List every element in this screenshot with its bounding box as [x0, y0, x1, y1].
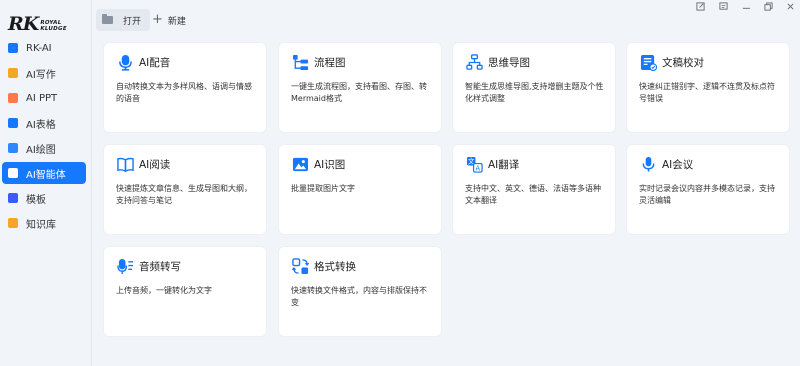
card-title: 流程图	[314, 56, 346, 69]
audio-transcribe-icon	[116, 257, 134, 275]
ai-agent-icon	[8, 168, 18, 178]
sidebar-item-label: 模板	[26, 194, 46, 206]
sidebar-item-label: AI PPT	[26, 92, 58, 104]
card-description: 支持中文、英文、德语、法语等多语种文本翻译	[465, 184, 601, 205]
feature-card-image-recognition[interactable]: AI识图 批量提取图片文字	[279, 145, 441, 234]
plus-icon: +	[152, 12, 163, 27]
card-title: 格式转换	[314, 260, 356, 273]
tab-open[interactable]: 打开	[96, 9, 150, 31]
sidebar: RK ROYAL KLUDGE RK-AI AI写作 AI PPT AI表格 A…	[0, 0, 92, 366]
ai-ppt-icon	[8, 93, 18, 103]
feature-card-reading[interactable]: AI阅读 快速提炼文章信息、生成导图和大纲，支持问答与笔记	[104, 145, 266, 234]
card-description: 快速提炼文章信息、生成导图和大纲，支持问答与笔记	[116, 184, 252, 205]
logo-line2: KLUDGE	[40, 26, 67, 32]
card-description: 实时记录会议内容并多模态记录，支持灵活编辑	[639, 184, 775, 205]
feature-card-flowchart[interactable]: 流程图 一键生成流程图，支持看图、存图、转Mermaid格式	[279, 43, 441, 132]
feature-card-audio-transcribe[interactable]: 音频转写 上传音频，一键转化为文字	[104, 247, 266, 336]
card-description: 一键生成流程图，支持看图、存图、转Mermaid格式	[291, 82, 427, 103]
sidebar-item-ai-agent[interactable]: AI智能体	[2, 162, 86, 184]
template-icon	[8, 193, 18, 203]
feature-card-format-convert[interactable]: 格式转换 快速转换文件格式，内容与排版保持不变	[279, 247, 441, 336]
card-title: AI识图	[314, 158, 346, 171]
card-description: 自动转换文本为多样风格、语调与情感的语音	[116, 82, 252, 103]
card-title: AI会议	[662, 158, 694, 171]
ai-drawing-icon	[8, 143, 18, 153]
feature-card-voiceover[interactable]: AI配音 自动转换文本为多样风格、语调与情感的语音	[104, 43, 266, 132]
sidebar-item-ai-drawing[interactable]: AI绘图	[2, 137, 86, 159]
close-icon[interactable]	[784, 0, 796, 12]
translate-icon: 文A	[465, 155, 483, 173]
feedback-icon[interactable]	[717, 0, 729, 12]
sidebar-item-label: AI表格	[26, 119, 56, 131]
tab-open-label: 打开	[123, 16, 142, 27]
logo-main: RK	[8, 13, 39, 35]
feature-card-meeting[interactable]: AI会议 实时记录会议内容并多模态记录，支持灵活编辑	[627, 145, 789, 234]
sidebar-item-label: AI绘图	[26, 144, 56, 156]
sidebar-item-label: AI写作	[26, 69, 56, 81]
feature-card-translate[interactable]: 文A AI翻译 支持中文、英文、德语、法语等多语种文本翻译	[453, 145, 615, 234]
card-title: 文稿校对	[662, 56, 704, 69]
card-title: 音频转写	[139, 260, 181, 273]
ai-sheet-icon	[8, 118, 18, 128]
card-title: AI阅读	[139, 158, 171, 171]
flowchart-icon	[291, 53, 309, 71]
meeting-icon	[639, 155, 657, 173]
card-title: AI配音	[139, 56, 171, 69]
format-convert-icon	[291, 257, 309, 275]
sidebar-item-template[interactable]: 模板	[2, 187, 86, 209]
minimize-icon[interactable]	[740, 0, 752, 12]
feature-card-mindmap[interactable]: 思维导图 智能生成思维导图,支持增删主题及个性化样式调整	[453, 43, 615, 132]
tab-new-label: 新建	[167, 16, 186, 27]
card-description: 快速转换文件格式，内容与排版保持不变	[291, 286, 427, 307]
proofread-icon	[639, 53, 657, 71]
image-recognition-icon	[291, 155, 309, 173]
edit-icon[interactable]	[694, 0, 706, 12]
sidebar-item-ai-writing[interactable]: AI写作	[2, 62, 86, 84]
card-title: 思维导图	[488, 56, 530, 69]
sidebar-item-label: 知识库	[26, 219, 56, 231]
knowledge-base-icon	[8, 218, 18, 228]
sidebar-nav: RK-AI AI写作 AI PPT AI表格 AI绘图 AI智能体 模板 知识库	[0, 34, 92, 237]
rk-ai-icon	[8, 43, 18, 53]
ai-writing-icon	[8, 68, 18, 78]
voiceover-icon	[116, 53, 134, 71]
sidebar-item-label: RK-AI	[26, 42, 52, 54]
sidebar-item-knowledge-base[interactable]: 知识库	[2, 212, 86, 234]
card-description: 快速纠正错别字、逻辑不连贯及标点符号错误	[639, 82, 775, 103]
card-title: AI翻译	[488, 158, 520, 171]
folder-icon	[102, 14, 113, 24]
sidebar-item-rk-ai[interactable]: RK-AI	[2, 37, 86, 59]
sidebar-item-ai-ppt[interactable]: AI PPT	[2, 87, 86, 109]
sidebar-item-label: AI智能体	[26, 169, 66, 181]
card-description: 智能生成思维导图,支持增删主题及个性化样式调整	[465, 82, 604, 103]
brand-logo: RK ROYAL KLUDGE	[8, 10, 68, 34]
mindmap-icon	[465, 53, 483, 71]
reading-icon	[116, 155, 134, 173]
tab-new[interactable]: + 新建	[152, 9, 186, 31]
feature-card-proofread[interactable]: 文稿校对 快速纠正错别字、逻辑不连贯及标点符号错误	[627, 43, 789, 132]
sidebar-item-ai-sheet[interactable]: AI表格	[2, 112, 86, 134]
card-description: 上传音频，一键转化为文字	[116, 286, 212, 295]
restore-icon[interactable]	[762, 0, 774, 12]
svg-text:A: A	[475, 164, 480, 172]
card-description: 批量提取图片文字	[291, 184, 355, 193]
